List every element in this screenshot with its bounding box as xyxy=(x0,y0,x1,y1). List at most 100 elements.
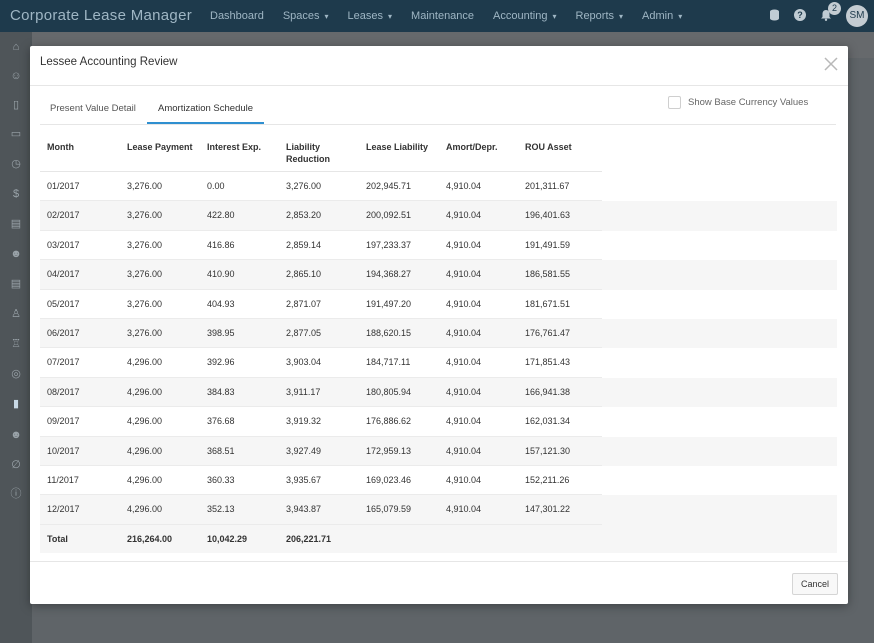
tab-present-value-detail[interactable]: Present Value Detail xyxy=(50,103,136,114)
cell-lease-liability: 197,233.37 xyxy=(366,239,412,250)
database-icon[interactable] xyxy=(769,9,780,24)
chevron-down-icon: ▾ xyxy=(324,12,329,21)
cell-lease-liability: 169,023.46 xyxy=(366,474,412,485)
nav-item-accounting[interactable]: Accounting ▾ xyxy=(493,10,556,22)
cell-liability-reduction: 3,927.49 xyxy=(286,445,322,456)
cell-lease-liability: 180,805.94 xyxy=(366,386,412,397)
cell-liability-reduction: 2,865.10 xyxy=(286,269,322,280)
table-row: 09/2017 4,296.00 376.68 3,919.32 176,886.62 4… xyxy=(40,407,837,437)
total-liability-reduction: 206,221.71 xyxy=(286,533,332,544)
lease-icon[interactable]: ▭ xyxy=(10,128,22,140)
cell-rou-asset: 166,941.38 xyxy=(525,386,571,397)
paperclip-icon[interactable]: ∅ xyxy=(10,459,22,471)
bell-icon[interactable]: 2 xyxy=(820,1,841,24)
cell-rou-asset: 162,031.34 xyxy=(525,416,571,427)
cell-amort-depr: 4,910.04 xyxy=(446,386,482,397)
cell-month: 01/2017 xyxy=(47,181,80,191)
file-icon[interactable]: ▤ xyxy=(10,278,22,290)
cell-lease-payment: 4,296.00 xyxy=(127,386,163,397)
avatar[interactable]: SM xyxy=(846,5,868,27)
table-row: 01/2017 3,276.00 0.00 3,276.00 202,945.71 4,9… xyxy=(40,172,837,202)
cell-liability-reduction: 2,877.05 xyxy=(286,327,322,338)
col-liability-reduction: Liability Reduction xyxy=(286,142,330,164)
cell-rou-asset: 191,491.59 xyxy=(525,239,571,250)
cell-rou-asset: 201,311.67 xyxy=(525,181,570,191)
document-icon[interactable]: ▤ xyxy=(10,218,22,230)
nav-item-reports[interactable]: Reports ▾ xyxy=(576,10,624,22)
chevron-down-icon: ▾ xyxy=(388,12,393,21)
cell-interest-exp: 368.51 xyxy=(207,445,235,456)
top-navbar: Corporate Lease Manager Dashboard Spaces ▾… xyxy=(0,0,874,32)
table-row: 07/2017 4,296.00 392.96 3,903.04 184,717.11 4… xyxy=(40,348,837,378)
cell-month: 10/2017 xyxy=(47,445,80,456)
app-brand[interactable]: Corporate Lease Manager xyxy=(10,7,192,24)
show-base-currency-toggle[interactable]: Show Base Currency Values xyxy=(668,96,808,109)
show-base-currency-label: Show Base Currency Values xyxy=(688,97,809,108)
cell-liability-reduction: 2,871.07 xyxy=(286,298,322,309)
nav-item-spaces[interactable]: Spaces ▾ xyxy=(283,10,329,22)
cell-lease-liability: 191,497.20 xyxy=(366,298,412,309)
users-icon[interactable]: ☺ xyxy=(10,70,22,82)
help-icon[interactable]: ? xyxy=(794,8,806,24)
lessee-accounting-modal: Lessee Accounting Review Present Value D… xyxy=(30,46,848,604)
nav-item-label: Leases xyxy=(347,10,384,22)
table-row: 08/2017 4,296.00 384.83 3,911.17 180,805.94 4… xyxy=(40,377,837,408)
cell-lease-payment: 3,276.00 xyxy=(127,269,163,280)
total-row: Total 216,264.00 10,042.29 206,221.71 xyxy=(40,524,837,553)
cell-rou-asset: 176,761.47 xyxy=(525,327,571,338)
cell-interest-exp: 398.95 xyxy=(207,327,235,338)
cell-amort-depr: 4,910.04 xyxy=(446,416,482,427)
cell-liability-reduction: 3,935.67 xyxy=(286,474,322,485)
cell-month: 09/2017 xyxy=(47,416,80,427)
cell-rou-asset: 181,671.51 xyxy=(525,298,571,309)
nav-item-label: Dashboard xyxy=(210,10,264,22)
cell-lease-payment: 4,296.00 xyxy=(127,445,163,456)
building-icon[interactable]: ▯ xyxy=(10,99,22,111)
close-icon[interactable] xyxy=(824,56,838,74)
modal-footer-divider xyxy=(30,561,848,562)
cell-lease-payment: 3,276.00 xyxy=(127,239,163,250)
cell-lease-payment: 3,276.00 xyxy=(127,181,163,191)
cell-interest-exp: 404.93 xyxy=(207,298,235,309)
coins-icon[interactable]: ◎ xyxy=(10,368,22,380)
nav-item-dashboard[interactable]: Dashboard xyxy=(210,10,264,22)
book-icon[interactable]: ▮ xyxy=(10,398,22,410)
cell-liability-reduction: 3,276.00 xyxy=(286,181,322,191)
nav-item-leases[interactable]: Leases ▾ xyxy=(348,10,393,22)
info-icon[interactable]: ⓘ xyxy=(10,488,22,500)
cell-lease-liability: 176,886.62 xyxy=(366,416,412,427)
money-bag-icon[interactable]: ♖ xyxy=(10,338,22,350)
table-row: 02/2017 3,276.00 422.80 2,853.20 200,092.51 4… xyxy=(40,201,837,231)
cell-rou-asset: 171,851.43 xyxy=(525,357,571,368)
cell-month: 02/2017 xyxy=(47,210,80,221)
modal-title: Lessee Accounting Review xyxy=(40,56,178,68)
group-icon[interactable]: ☻ xyxy=(10,248,22,260)
show-base-currency-checkbox[interactable] xyxy=(668,96,681,109)
cell-month: 12/2017 xyxy=(47,504,80,515)
sidebar: ⌂ ☺ ▯ ▭ ◷ $ ▤ ☻ ▤ ♙ ♖ ◎ ▮ ☻ ∅ ⓘ xyxy=(0,32,32,643)
cell-amort-depr: 4,910.04 xyxy=(446,445,482,456)
clock-icon[interactable]: ◷ xyxy=(10,158,22,170)
cell-amort-depr: 4,910.04 xyxy=(446,269,482,280)
person-icon[interactable]: ♙ xyxy=(10,308,22,320)
cell-month: 05/2017 xyxy=(47,298,80,309)
cell-lease-payment: 4,296.00 xyxy=(127,504,163,515)
cell-interest-exp: 376.68 xyxy=(207,416,235,427)
cancel-button[interactable]: Cancel xyxy=(792,573,838,595)
tab-amortization-schedule[interactable]: Amortization Schedule xyxy=(158,103,253,114)
amortization-table: Month Lease Payment Interest Exp. Liabil… xyxy=(40,130,837,553)
total-label: Total xyxy=(47,533,68,544)
cell-rou-asset: 147,301.22 xyxy=(525,504,571,515)
table-row: 04/2017 3,276.00 410.90 2,865.10 194,368.27 4… xyxy=(40,260,837,290)
cell-month: 07/2017 xyxy=(47,357,80,368)
cell-lease-payment: 3,276.00 xyxy=(127,327,163,338)
nav-item-maintenance[interactable]: Maintenance xyxy=(411,10,474,22)
top-icons: ? 2 SM xyxy=(769,0,874,32)
home-icon[interactable]: ⌂ xyxy=(10,41,22,53)
cell-amort-depr: 4,910.04 xyxy=(446,327,482,338)
nav-item-admin[interactable]: Admin ▾ xyxy=(642,10,682,22)
nav-item-label: Reports xyxy=(575,10,615,22)
user-plus-icon[interactable]: ☻ xyxy=(10,429,22,441)
col-amort-depr: Amort/Depr. xyxy=(446,142,498,152)
dollar-icon[interactable]: $ xyxy=(10,188,22,200)
